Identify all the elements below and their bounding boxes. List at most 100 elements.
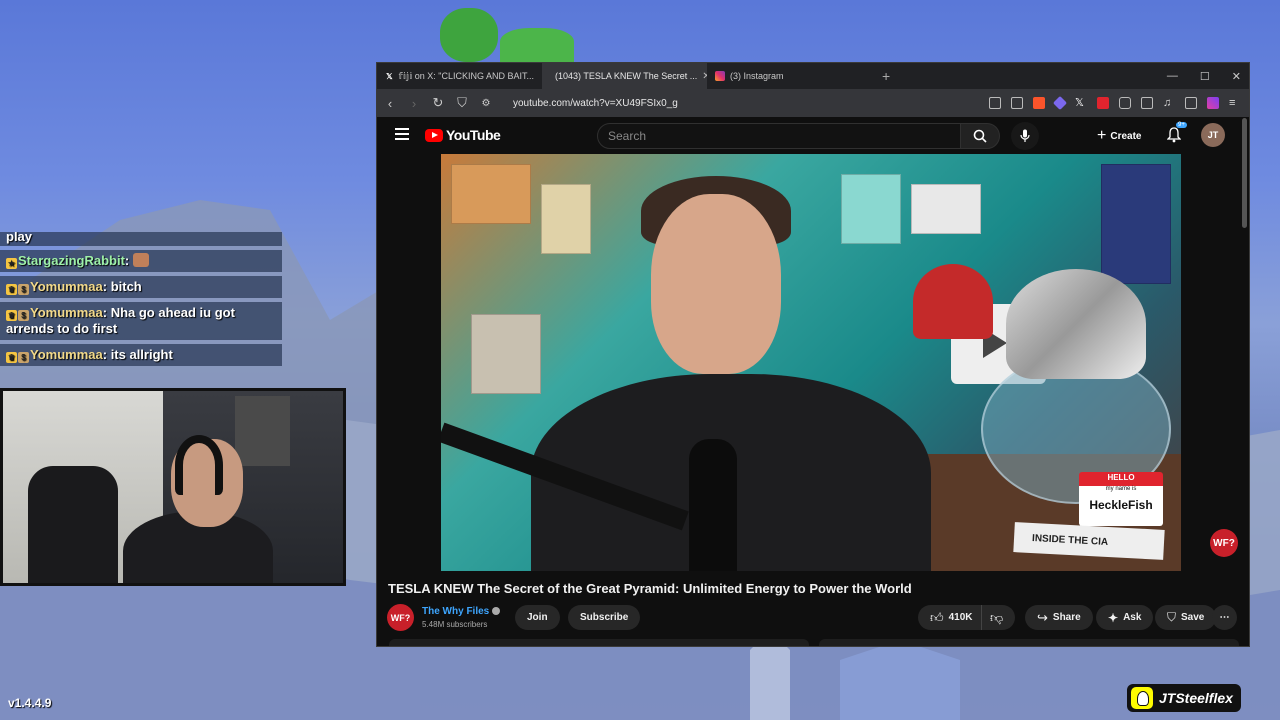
search-input[interactable]: Search [597,123,961,149]
moderator-badge-icon: ★ [6,258,17,269]
snapchat-handle-badge: JTSteelflex [1127,684,1241,712]
reload-icon[interactable]: ↻ [431,95,445,111]
chat-message: ♛ $ Yomummaa: its allright [0,344,282,366]
chat-username: Yomummaa [30,347,103,362]
wall-poster [1101,164,1171,284]
wallet-icon[interactable] [1207,97,1219,109]
tab-label: (3) Instagram [730,71,784,81]
browser-toolbar: ‹ › ↻ ⛉ ⚙ youtube.com/watch?v=XU49FSIx0_… [377,89,1249,117]
bear-face-emote-icon [132,253,149,267]
address-bar[interactable]: youtube.com/watch?v=XU49FSIx0_g [513,98,678,109]
thumbs-down-icon: 👎︎ [990,609,1004,625]
share-button[interactable]: ↪ Share [1025,605,1093,630]
dislike-button[interactable]: 👎︎ [981,605,1016,630]
hamburger-menu-icon[interactable] [395,128,409,140]
presenter-head [651,194,781,374]
chat-message-partial: play [0,232,282,246]
channel-name-link[interactable]: The Why Files [422,606,501,617]
like-count: 410K [948,612,973,623]
subscribe-button[interactable]: Subscribe [568,605,641,630]
back-icon[interactable]: ‹ [383,96,397,111]
puzzle-icon[interactable] [1119,97,1131,109]
sub-badge-icon: $ [18,310,29,321]
stream-chat: play ★ StargazingRabbit: ♛ $ Yomummaa: bitc… [0,232,282,370]
tab-youtube[interactable]: (1043) TESLA KNEW The Secret ... ✕ [542,63,707,89]
create-button[interactable]: + Create [1089,124,1149,148]
chat-text: its allright [110,347,173,362]
x-icon: 𝕏 [386,71,393,81]
menu-icon[interactable]: ≡ [1229,97,1241,109]
notifications-bell-icon[interactable] [1167,127,1181,143]
voice-search-button[interactable] [1011,122,1039,150]
extension-purple-icon[interactable] [1052,95,1068,111]
x-extension-icon[interactable]: 𝕏 [1075,97,1087,109]
tinfoil-hat [1006,269,1146,379]
subscribe-label: Subscribe [580,612,629,623]
youtube-header: YouTube Search + Create 9+ JT [377,117,1249,153]
snapchat-ghost-icon [1131,687,1153,709]
site-info-icon[interactable]: ⚙ [479,98,493,109]
plus-icon: + [1097,127,1107,144]
sidebar-icon[interactable] [1185,97,1197,109]
forward-icon[interactable]: › [407,96,421,111]
bookmark-save-icon: ⛉ [1167,610,1177,624]
brave-shield-icon[interactable] [1033,97,1045,109]
media-icon[interactable]: ♫ [1163,97,1175,109]
verified-icon [492,607,501,615]
minimize-icon[interactable]: — [1167,70,1178,82]
bookmark-icon[interactable]: ⛉ [455,95,469,111]
instagram-icon [715,71,725,81]
account-avatar[interactable]: JT [1201,123,1225,147]
chat-username: Yomummaa [30,279,103,294]
chat-message: ★ StargazingRabbit: [0,250,282,272]
close-window-icon[interactable]: ✕ [1232,70,1241,83]
ask-label: Ask [1123,612,1142,623]
new-tab-button[interactable]: + [882,68,890,84]
youtube-logo[interactable]: YouTube [425,127,501,143]
share-page-icon[interactable] [1011,97,1023,109]
tab-label: 𝕗𝕚𝕛𝕚 on X: "CLICKING AND BAIT... [398,70,534,81]
channel-avatar[interactable]: WF? [387,604,414,631]
search-button[interactable] [960,123,1000,149]
chat-username: Yomummaa [30,305,103,320]
chat-username: StargazingRabbit [18,253,125,268]
subscriber-count: 5.48M subscribers [422,620,488,629]
join-label: Join [527,612,548,623]
tree-sprite [500,28,574,62]
headphones-icon [175,435,223,495]
ask-button[interactable]: ✦ Ask [1096,605,1154,630]
channel-name: The Why Files [422,606,490,617]
create-label: Create [1110,130,1142,142]
notification-count-badge: 9+ [1176,122,1187,128]
channel-watermark[interactable]: WF? [1210,529,1238,557]
join-button[interactable]: Join [515,605,560,630]
wall-poster [451,164,531,224]
sparkle-icon: ✦ [1108,610,1119,625]
name-tag-name: HeckleFish [1089,498,1153,512]
crown-badge-icon: ♛ [6,352,17,363]
maximize-icon[interactable]: ☐ [1200,70,1210,83]
name-tag-hello: HELLO [1107,473,1135,482]
screenshot-icon[interactable] [1141,97,1153,109]
tree-sprite [440,8,498,62]
crown-badge-icon: ♛ [6,284,17,295]
wall-poster [911,184,981,234]
video-title: TESLA KNEW The Secret of the Great Pyram… [388,581,912,596]
page-scrollbar[interactable] [1242,118,1247,228]
chat-message: ♛ $ Yomummaa: bitch [0,276,282,298]
extensions-row: 𝕏 ♫ ≡ [989,89,1241,117]
save-button[interactable]: ⛉ Save [1155,605,1217,630]
red-extension-icon[interactable] [1097,97,1109,109]
snapchat-handle: JTSteelflex [1159,690,1233,706]
wall-poster [541,184,591,254]
like-button[interactable]: 👍︎ 410K [918,605,981,630]
description-box-edge [819,639,1239,646]
red-cap [913,264,993,339]
tab-instagram[interactable]: (3) Instagram [707,63,872,89]
more-actions-button[interactable]: ⋯ [1212,605,1237,630]
cast-icon[interactable] [989,97,1001,109]
wall-poster [471,314,541,394]
search-icon [973,129,987,143]
tab-x-post[interactable]: 𝕏 𝕗𝕚𝕛𝕚 on X: "CLICKING AND BAIT... [377,63,542,89]
video-player[interactable]: HELLO my name is HeckleFish INSIDE THE C… [441,154,1181,571]
